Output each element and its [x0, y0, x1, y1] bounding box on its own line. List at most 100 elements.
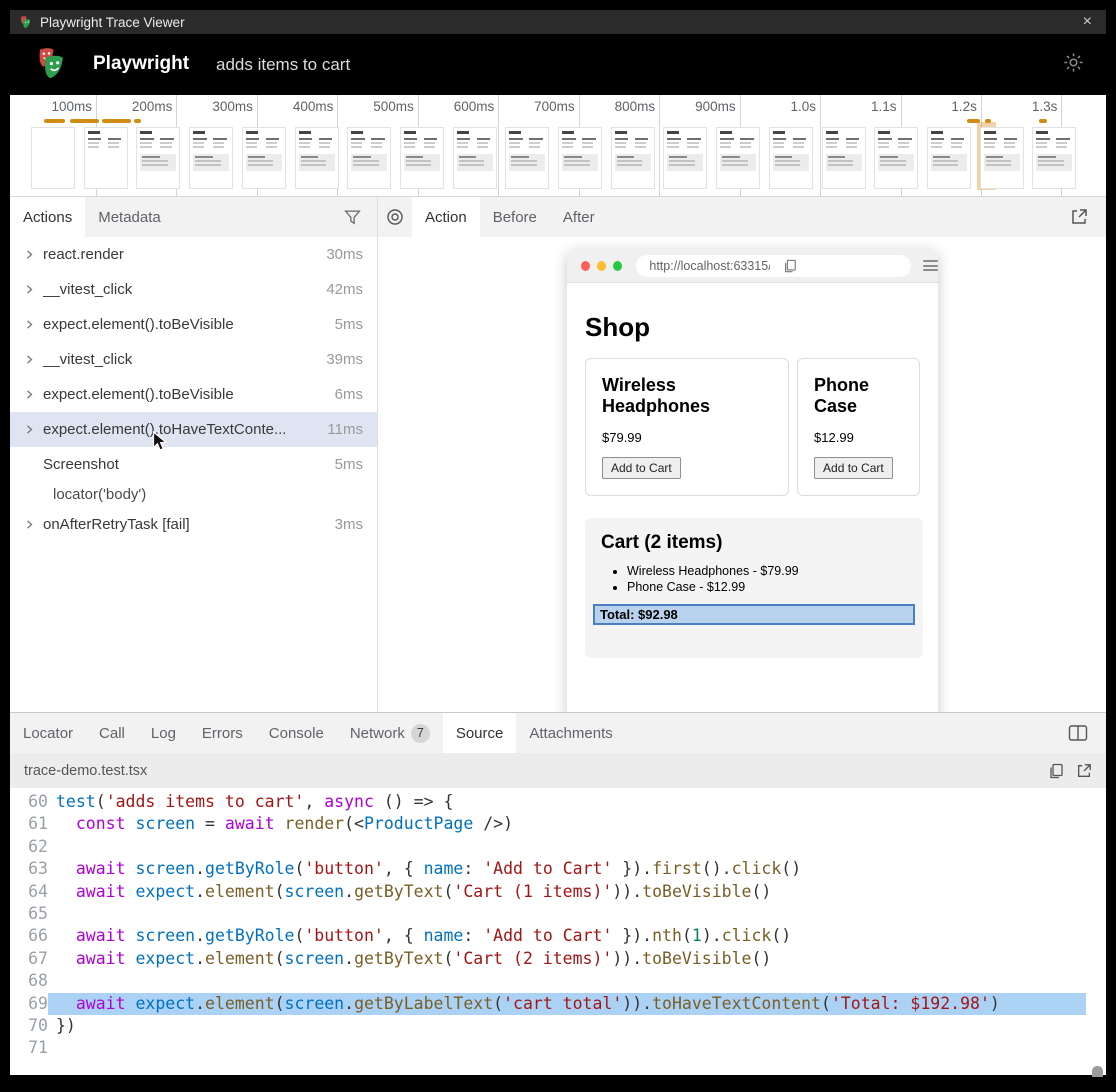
action-row[interactable]: __vitest_click42ms — [10, 272, 377, 307]
tab-network[interactable]: Network7 — [337, 713, 443, 753]
action-row[interactable]: expect.element().toBeVisible5ms — [10, 307, 377, 342]
tab-console[interactable]: Console — [256, 713, 337, 753]
timeline-thumbnail[interactable] — [927, 127, 971, 189]
tab-locator[interactable]: Locator — [10, 713, 86, 753]
action-row[interactable]: react.render30ms — [10, 237, 377, 272]
timeline-thumbnail[interactable] — [980, 127, 1024, 189]
thumb-shop-title — [246, 131, 258, 134]
timeline-thumbnail[interactable] — [769, 127, 813, 189]
thumb-shop-title — [404, 131, 416, 134]
action-label: Screenshot — [43, 456, 335, 473]
thumb-shop-title — [351, 131, 363, 134]
timeline-tick-label: 800ms — [585, 99, 655, 114]
line-number: 62 — [10, 836, 48, 858]
open-source-external-icon[interactable] — [1070, 763, 1098, 779]
tab-source[interactable]: Source — [443, 713, 517, 753]
timeline-thumbnail[interactable] — [242, 127, 286, 189]
tab-actions[interactable]: Actions — [10, 197, 85, 237]
vertical-scrollbar-thumb[interactable] — [1092, 1066, 1103, 1077]
line-number: 63 — [10, 858, 48, 880]
tab-before[interactable]: Before — [480, 197, 550, 237]
action-row[interactable]: __vitest_click39ms — [10, 342, 377, 377]
app-name: Playwright — [93, 53, 189, 75]
playwright-logo — [32, 45, 70, 88]
timeline-thumbnail[interactable] — [31, 127, 75, 189]
timeline-thumbnail[interactable] — [295, 127, 339, 189]
browser-chrome: http://localhost:63315/__vitest_test__/?… — [567, 249, 938, 283]
action-row[interactable]: expect.element().toBeVisible6ms — [10, 377, 377, 412]
cart-item-list: Wireless Headphones - $79.99 Phone Case … — [601, 564, 907, 595]
line-number: 64 — [10, 881, 48, 903]
actions-tabstrip: ActionsMetadata — [10, 197, 377, 237]
code-line: 66 await screen.getByRole('button', { na… — [10, 925, 1106, 947]
tab-metadata[interactable]: Metadata — [85, 197, 174, 237]
thumb-shop-title — [509, 131, 521, 134]
timeline-thumbnail[interactable] — [505, 127, 549, 189]
snapshot-viewport: http://localhost:63315/__vitest_test__/?… — [378, 237, 1106, 712]
cart-item: Phone Case - $12.99 — [627, 580, 907, 596]
add-to-cart-button[interactable]: Add to Cart — [602, 457, 681, 479]
timeline-thumbnail[interactable] — [558, 127, 602, 189]
settings-gear-icon[interactable] — [1062, 51, 1085, 79]
line-number: 66 — [10, 925, 48, 947]
action-label: expect.element().toHaveTextConte... — [43, 421, 327, 438]
action-duration-bar — [102, 119, 131, 123]
timeline-thumbnail[interactable] — [611, 127, 655, 189]
tab-errors[interactable]: Errors — [189, 713, 256, 753]
timeline-tick-label: 600ms — [424, 99, 494, 114]
code-line-text: }) — [48, 1015, 1086, 1037]
timeline-thumbnail[interactable] — [189, 127, 233, 189]
snapshot-tabstrip: ActionBeforeAfter — [378, 197, 1106, 237]
timeline-tick-label: 700ms — [505, 99, 575, 114]
action-duration: 39ms — [326, 351, 377, 368]
tab-action[interactable]: Action — [412, 197, 480, 237]
add-to-cart-button[interactable]: Add to Cart — [814, 457, 893, 479]
timeline-thumbnail[interactable] — [84, 127, 128, 189]
chevron-right-icon — [10, 283, 43, 296]
action-duration: 5ms — [335, 316, 377, 333]
browser-menu-icon[interactable] — [923, 258, 938, 274]
tab-after[interactable]: After — [550, 197, 608, 237]
code-line-text: await expect.element(screen.getByLabelTe… — [48, 993, 1086, 1015]
target-icon[interactable] — [378, 197, 412, 237]
code-line: 65 — [10, 903, 1106, 925]
timeline-thumbnail[interactable] — [347, 127, 391, 189]
thumb-shop-title — [615, 131, 627, 134]
tab-attachments[interactable]: Attachments — [516, 713, 625, 753]
timeline-thumbnail[interactable] — [1032, 127, 1076, 189]
timeline-thumbnail[interactable] — [453, 127, 497, 189]
timeline-thumbnail[interactable] — [874, 127, 918, 189]
copy-url-icon[interactable] — [770, 259, 904, 273]
code-line-text — [48, 836, 1086, 858]
shop-heading: Shop — [585, 312, 920, 343]
chevron-right-icon — [10, 248, 43, 261]
timeline-thumbnail[interactable] — [663, 127, 707, 189]
line-number: 69 — [10, 993, 48, 1015]
window-close-button[interactable]: × — [1083, 13, 1092, 31]
filter-icon[interactable] — [336, 197, 369, 237]
address-bar[interactable]: http://localhost:63315/__vitest_test__/?… — [636, 255, 911, 277]
action-label: react.render — [43, 246, 326, 263]
timeline-thumbnail[interactable] — [716, 127, 760, 189]
product-price: $79.99 — [602, 430, 772, 445]
tab-call[interactable]: Call — [86, 713, 138, 753]
action-row[interactable]: Screenshot5ms — [10, 447, 377, 482]
product-card: Wireless Headphones $79.99 Add to Cart — [585, 358, 789, 496]
timeline[interactable]: 100ms200ms300ms400ms500ms600ms700ms800ms… — [10, 95, 1106, 196]
tab-log[interactable]: Log — [138, 713, 189, 753]
copy-source-icon[interactable] — [1042, 763, 1070, 779]
action-duration: 30ms — [326, 246, 377, 263]
vertical-scrollbar[interactable] — [1092, 788, 1103, 1077]
open-external-icon[interactable] — [1062, 197, 1096, 237]
timeline-thumbnail[interactable] — [822, 127, 866, 189]
chevron-right-icon — [10, 518, 43, 531]
split-view-icon[interactable] — [1060, 713, 1096, 753]
timeline-thumbnail[interactable] — [400, 127, 444, 189]
traffic-light-red — [581, 261, 590, 271]
actions-list: react.render30ms__vitest_click42msexpect… — [10, 237, 377, 542]
timeline-thumbnail[interactable] — [136, 127, 180, 189]
code-line-text: test('adds items to cart', async () => { — [48, 791, 1086, 813]
action-row[interactable]: onAfterRetryTask [fail]3ms — [10, 507, 377, 542]
action-row[interactable]: expect.element().toHaveTextConte...11ms — [10, 412, 377, 447]
code-line: 61 const screen = await render(<ProductP… — [10, 813, 1106, 835]
